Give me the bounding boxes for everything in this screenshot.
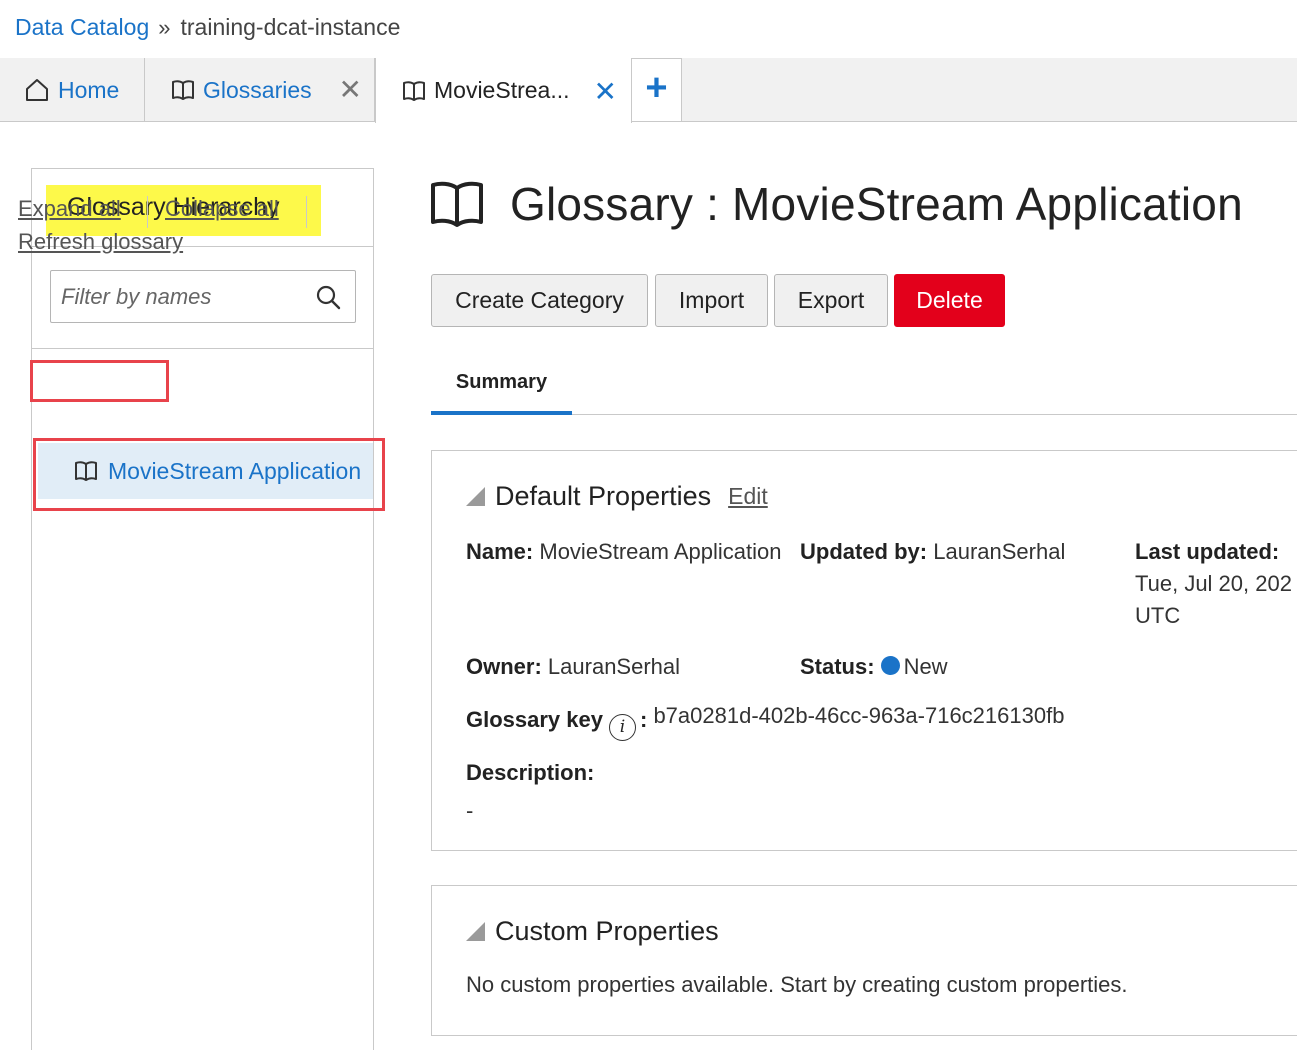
plus-icon: + — [645, 67, 668, 109]
create-category-button[interactable]: Create Category — [431, 274, 648, 327]
custom-properties-title: Custom Properties — [495, 916, 719, 946]
status-dot-icon — [880, 656, 900, 675]
breadcrumb: Data Catalog » training-dcat-instance — [15, 14, 400, 41]
book-icon — [172, 80, 194, 100]
name-label: Name: — [466, 539, 534, 564]
breadcrumb-current: training-dcat-instance — [180, 14, 401, 40]
name-property: Name: MovieStream Application — [466, 536, 782, 568]
owner-property: Owner: LauranSerhal — [466, 651, 680, 683]
description-label: Description: — [466, 760, 595, 785]
breadcrumb-separator: » — [158, 14, 171, 40]
glossary-key-value: b7a0281d-402b-46cc-963a-716c216130fb — [653, 703, 1065, 728]
divider — [306, 196, 307, 228]
description-property: Description: — [466, 757, 594, 789]
tab-moviestream-label: MovieStrea... — [434, 77, 570, 103]
status-label: Status: — [800, 654, 875, 679]
name-value: MovieStream Application — [539, 539, 782, 564]
default-properties-card: Default Properties Edit Name: MovieStrea… — [431, 450, 1297, 851]
annotation-box-expand-all — [30, 360, 169, 402]
home-icon — [26, 79, 48, 101]
updated-by-value: LauranSerhal — [933, 539, 1066, 564]
glossary-key-label: Glossary key — [466, 707, 603, 732]
last-updated-label: Last updated: — [1135, 539, 1280, 564]
description-value: - — [466, 798, 474, 823]
close-icon[interactable]: ✕ — [594, 78, 617, 106]
status-property: Status: New — [800, 651, 948, 683]
tab-moviestream[interactable]: MovieStrea... ✕ — [375, 58, 632, 123]
last-updated-timezone: UTC — [1135, 603, 1181, 628]
export-button[interactable]: Export — [774, 274, 888, 327]
expand-all-link[interactable]: Expand all — [18, 196, 121, 222]
tab-glossaries-label: Glossaries — [203, 76, 312, 103]
last-updated-property: Last updated: Tue, Jul 20, 202 UTC — [1135, 536, 1292, 632]
content-tabs: Summary — [431, 357, 1297, 415]
status-value: New — [903, 654, 948, 679]
last-updated-value: Tue, Jul 20, 202 — [1135, 571, 1292, 596]
tab-bar: Home Glossaries ✕ MovieStrea... ✕ + — [0, 58, 1297, 123]
delete-button[interactable]: Delete — [894, 274, 1005, 327]
page-title-text: Glossary : MovieStream Application — [510, 178, 1243, 230]
breadcrumb-data-catalog-link[interactable]: Data Catalog — [15, 14, 149, 41]
add-tab-button[interactable]: + — [632, 58, 682, 121]
filter-area — [32, 247, 373, 349]
updated-by-label: Updated by: — [800, 539, 928, 564]
custom-properties-header[interactable]: Custom Properties — [466, 916, 719, 947]
default-properties-header[interactable]: Default Properties Edit — [466, 481, 768, 512]
collapse-triangle-icon[interactable] — [466, 922, 485, 941]
tab-glossaries[interactable]: Glossaries ✕ — [145, 58, 375, 122]
custom-properties-card: Custom Properties No custom properties a… — [431, 885, 1297, 1036]
owner-value: LauranSerhal — [547, 654, 681, 679]
close-icon[interactable]: ✕ — [339, 76, 362, 104]
glossary-key-colon: : — [639, 707, 648, 732]
updated-by-property: Updated by: LauranSerhal — [800, 536, 1065, 568]
default-properties-title: Default Properties — [495, 481, 712, 511]
glossary-key-property: Glossary key i: b7a0281d-402b-46cc-963a-7… — [466, 703, 1065, 741]
refresh-glossary-link[interactable]: Refresh glossary — [18, 229, 183, 255]
edit-link[interactable]: Edit — [728, 483, 768, 510]
tab-home-label: Home — [58, 76, 120, 103]
book-icon — [403, 80, 425, 101]
custom-properties-empty-message: No custom properties available. Start by… — [466, 972, 1128, 997]
info-icon[interactable]: i — [608, 714, 636, 741]
import-button[interactable]: Import — [655, 274, 768, 327]
tab-home[interactable]: Home — [0, 58, 145, 122]
collapse-all-link[interactable]: Collapse all — [165, 196, 279, 222]
page-title: Glossary : MovieStream Application — [430, 177, 1243, 231]
owner-label: Owner: — [466, 654, 542, 679]
collapse-triangle-icon[interactable] — [466, 487, 485, 506]
search-icon[interactable] — [315, 284, 341, 310]
filter-input[interactable] — [61, 283, 311, 311]
tab-summary[interactable]: Summary — [431, 357, 572, 415]
annotation-box-tree-item — [33, 438, 385, 511]
book-icon — [431, 181, 483, 227]
glossary-hierarchy-panel: Glossary Hierarchy — [31, 168, 374, 1050]
divider — [147, 196, 148, 228]
filter-box — [50, 270, 356, 323]
